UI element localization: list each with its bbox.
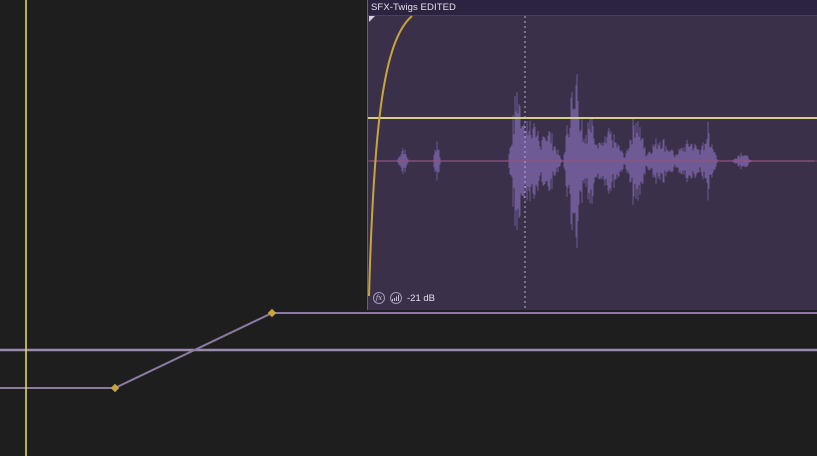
timeline-area[interactable]: SFX-Twigs EDITED fx -21 dB [0, 0, 817, 456]
automation-point[interactable] [267, 308, 277, 318]
automation-point[interactable] [110, 383, 120, 393]
